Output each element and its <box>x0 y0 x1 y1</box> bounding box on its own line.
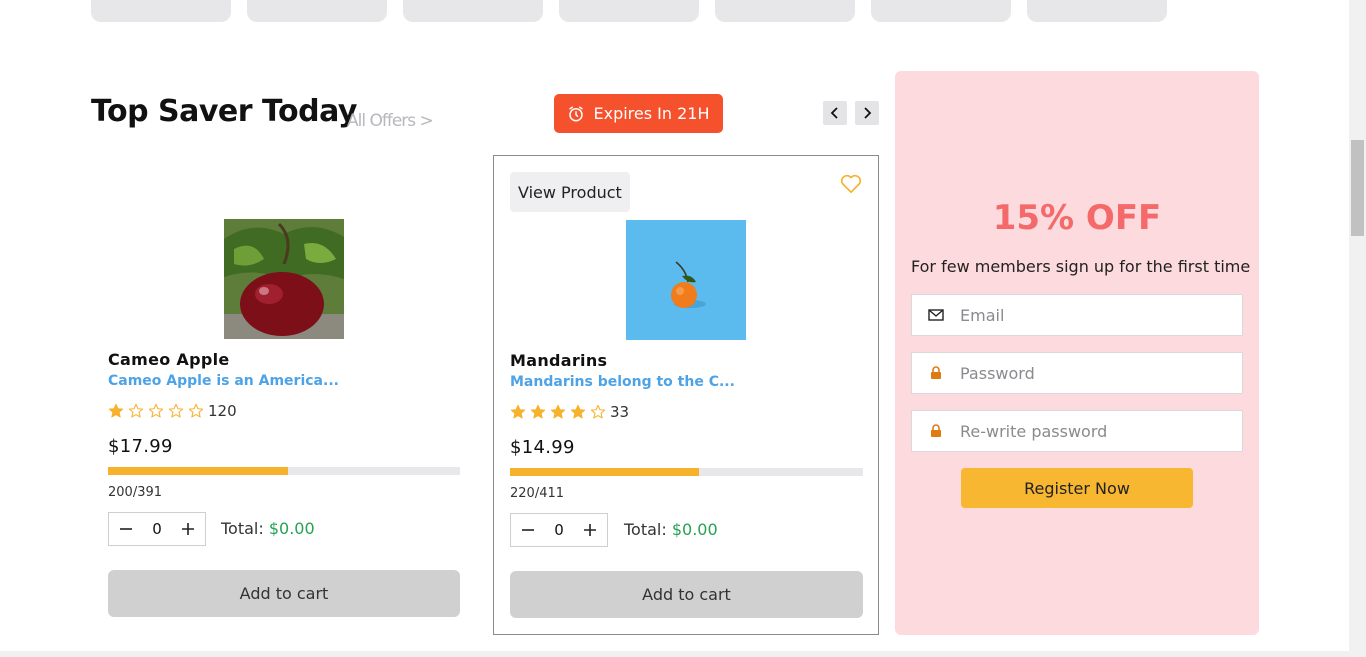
star-icon <box>530 404 546 419</box>
category-pill[interactable] <box>403 0 543 22</box>
password-field[interactable]: Password <box>911 352 1243 394</box>
review-count: 120 <box>208 402 237 420</box>
total-price: Total: $0.00 <box>624 520 718 539</box>
lock-icon <box>912 366 960 380</box>
password-placeholder: Password <box>960 363 1035 383</box>
stock-progress-fill <box>510 468 699 476</box>
scrollbar-track[interactable] <box>1349 0 1366 657</box>
star-icon <box>108 403 124 418</box>
all-offers-link[interactable]: All Offers > <box>347 111 434 131</box>
product-price: $17.99 <box>108 436 173 457</box>
rewrite-password-placeholder: Re-write password <box>960 421 1108 441</box>
stock-count: 200/391 <box>108 485 163 500</box>
register-button[interactable]: Register Now <box>961 468 1193 508</box>
category-pill[interactable] <box>871 0 1011 22</box>
quantity-stepper[interactable]: 0 <box>510 513 608 547</box>
star-icon <box>510 404 526 419</box>
footer-edge <box>0 651 1349 657</box>
total-price: Total: $0.00 <box>221 519 315 538</box>
product-card[interactable]: View Product Mandarins Mandarins belong … <box>493 155 879 635</box>
stock-progress-bar <box>510 468 863 476</box>
add-to-cart-button[interactable]: Add to cart <box>108 570 460 617</box>
star-icon <box>570 404 586 419</box>
category-pill[interactable] <box>91 0 231 22</box>
envelope-icon <box>912 309 960 321</box>
category-pill[interactable] <box>247 0 387 22</box>
category-pill[interactable] <box>1027 0 1167 22</box>
prev-button[interactable] <box>823 101 847 125</box>
chevron-left-icon <box>829 104 841 123</box>
total-label: Total: <box>221 519 264 538</box>
review-count: 33 <box>610 403 630 421</box>
total-label: Total: <box>624 520 667 539</box>
product-description[interactable]: Cameo Apple is an America... <box>108 373 339 389</box>
product-image-apple[interactable] <box>224 219 344 339</box>
next-button[interactable] <box>855 101 879 125</box>
product-card[interactable]: Cameo Apple Cameo Apple is an America...… <box>91 155 477 635</box>
view-product-button[interactable]: View Product <box>510 172 630 212</box>
category-pill[interactable] <box>559 0 699 22</box>
plus-icon[interactable] <box>581 521 599 539</box>
category-pill[interactable] <box>715 0 855 22</box>
product-name[interactable]: Cameo Apple <box>108 350 230 369</box>
signup-title: 15% OFF <box>992 198 1162 238</box>
star-icon <box>188 403 204 418</box>
email-placeholder: Email <box>960 305 1005 325</box>
signup-panel: 15% OFF For few members sign up for the … <box>895 71 1259 635</box>
product-image-mandarin[interactable] <box>626 220 746 340</box>
rating-stars: 33 <box>510 403 629 421</box>
stock-progress-fill <box>108 467 288 475</box>
scrollbar-thumb[interactable] <box>1351 140 1364 236</box>
minus-icon[interactable] <box>519 521 537 539</box>
rating-stars: 120 <box>108 402 237 420</box>
quantity-value[interactable]: 0 <box>554 521 564 539</box>
email-field[interactable]: Email <box>911 294 1243 336</box>
chevron-right-icon <box>861 104 873 123</box>
star-icon <box>590 404 606 419</box>
star-icon <box>128 403 144 418</box>
product-description[interactable]: Mandarins belong to the C... <box>510 374 735 390</box>
minus-icon[interactable] <box>117 520 135 538</box>
total-value: $0.00 <box>671 520 718 539</box>
section-title: Top Saver Today <box>91 94 357 129</box>
total-value: $0.00 <box>268 519 315 538</box>
product-price: $14.99 <box>510 437 575 458</box>
signup-subtitle: For few members sign up for the first ti… <box>911 257 1251 276</box>
expires-label: Expires In 21H <box>593 104 710 123</box>
add-to-cart-button[interactable]: Add to cart <box>510 571 863 618</box>
star-icon <box>550 404 566 419</box>
stock-count: 220/411 <box>510 486 565 501</box>
rewrite-password-field[interactable]: Re-write password <box>911 410 1243 452</box>
stock-progress-bar <box>108 467 460 475</box>
star-icon <box>148 403 164 418</box>
product-name[interactable]: Mandarins <box>510 351 607 370</box>
plus-icon[interactable] <box>179 520 197 538</box>
quantity-stepper[interactable]: 0 <box>108 512 206 546</box>
alarm-clock-icon <box>567 105 585 123</box>
star-icon <box>168 403 184 418</box>
quantity-value[interactable]: 0 <box>152 520 162 538</box>
expires-badge: Expires In 21H <box>554 94 723 133</box>
page: Top Saver Today All Offers > Expires In … <box>0 0 1366 657</box>
lock-icon <box>912 424 960 438</box>
heart-icon[interactable] <box>840 174 862 198</box>
